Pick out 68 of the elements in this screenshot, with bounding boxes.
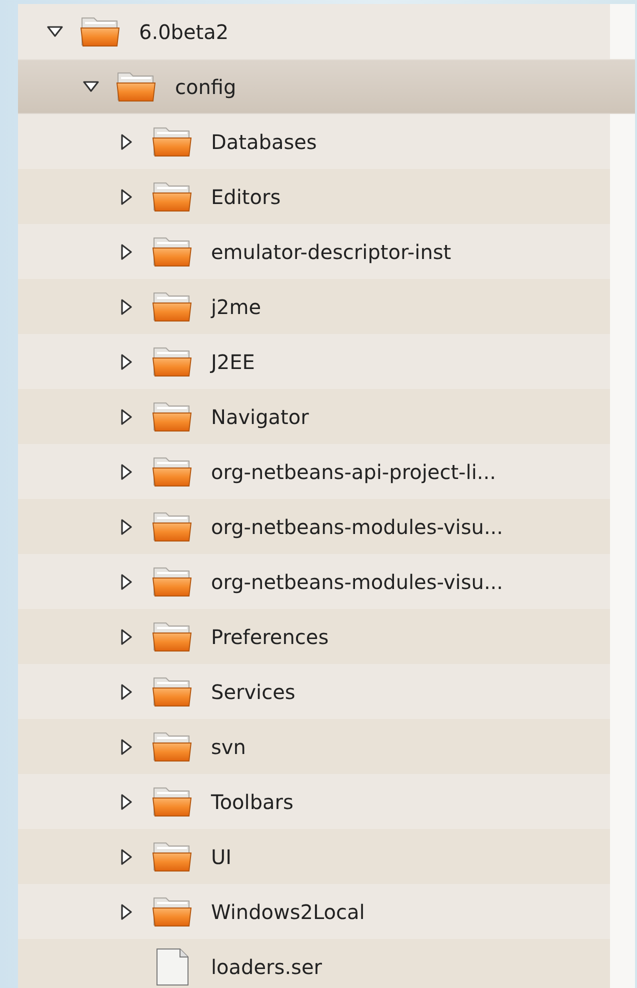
- file-name: loaders.ser: [211, 954, 322, 978]
- folder-name: J2EE: [211, 350, 255, 374]
- expand-arrow-icon[interactable]: [119, 242, 135, 260]
- folder-icon: [79, 14, 121, 48]
- tree-row[interactable]: org-netbeans-modules-visu...: [18, 554, 610, 609]
- folder-name: org-netbeans-api-project-li...: [211, 460, 496, 484]
- expand-arrow-icon[interactable]: [119, 682, 135, 700]
- expand-arrow-icon[interactable]: [119, 848, 135, 866]
- folder-icon: [151, 234, 193, 268]
- folder-icon: [151, 344, 193, 378]
- folder-name: svn: [211, 734, 246, 758]
- folder-icon: [151, 180, 193, 214]
- expand-arrow-icon[interactable]: [119, 298, 135, 316]
- folder-name: UI: [211, 844, 232, 868]
- folder-name: Editors: [211, 184, 281, 208]
- folder-name: Windows2Local: [211, 900, 365, 924]
- expand-arrow-icon[interactable]: [119, 132, 135, 150]
- tree-row[interactable]: Databases: [18, 114, 610, 169]
- folder-name: config: [175, 74, 236, 98]
- expand-arrow-icon[interactable]: [119, 738, 135, 756]
- folder-icon: [151, 894, 193, 928]
- folder-icon: [151, 564, 193, 598]
- tree-row[interactable]: Services: [18, 664, 610, 719]
- folder-icon: [151, 674, 193, 708]
- tree-row[interactable]: Windows2Local: [18, 884, 610, 939]
- folder-name: Navigator: [211, 404, 309, 428]
- folder-name: Databases: [211, 130, 317, 154]
- expand-arrow-icon[interactable]: [119, 902, 135, 920]
- folder-icon: [151, 730, 193, 764]
- expand-arrow-icon[interactable]: [119, 462, 135, 480]
- expand-arrow-icon[interactable]: [119, 792, 135, 810]
- tree-row[interactable]: org-netbeans-modules-visu...: [18, 499, 610, 554]
- tree-row[interactable]: org-netbeans-api-project-li...: [18, 444, 610, 499]
- tree-row[interactable]: 6.0beta2: [18, 4, 610, 59]
- tree-row[interactable]: J2EE: [18, 334, 610, 389]
- tree-row[interactable]: j2me: [18, 279, 610, 334]
- folder-name: Toolbars: [211, 790, 294, 814]
- folder-name: Services: [211, 680, 296, 704]
- folder-name: Preferences: [211, 624, 329, 648]
- folder-icon: [151, 784, 193, 818]
- tree-row[interactable]: UI: [18, 829, 610, 884]
- folder-icon: [151, 290, 193, 324]
- folder-name: org-netbeans-modules-visu...: [211, 514, 504, 538]
- tree-row[interactable]: loaders.ser: [18, 939, 610, 988]
- expand-arrow-icon[interactable]: [119, 572, 135, 590]
- expand-arrow-icon[interactable]: [119, 628, 135, 646]
- folder-icon: [115, 70, 157, 104]
- expand-arrow-icon[interactable]: [119, 518, 135, 536]
- tree-row[interactable]: Editors: [18, 169, 610, 224]
- tree-row[interactable]: Toolbars: [18, 774, 610, 829]
- folder-icon: [151, 400, 193, 434]
- folder-name: emulator-descriptor-inst: [211, 240, 452, 264]
- tree-row[interactable]: Preferences: [18, 609, 610, 664]
- folder-name: j2me: [211, 294, 262, 318]
- expand-arrow-icon[interactable]: [119, 408, 135, 426]
- folder-name: org-netbeans-modules-visu...: [211, 570, 504, 594]
- folder-icon: [151, 840, 193, 874]
- folder-icon: [151, 620, 193, 654]
- folder-name: 6.0beta2: [139, 20, 229, 44]
- folder-icon: [151, 454, 193, 488]
- tree-row[interactable]: config: [18, 59, 635, 114]
- tree-row[interactable]: emulator-descriptor-inst: [18, 224, 610, 279]
- expand-arrow-icon[interactable]: [119, 188, 135, 206]
- folder-icon: [151, 124, 193, 158]
- expand-arrow-icon[interactable]: [119, 352, 135, 370]
- tree-row[interactable]: svn: [18, 719, 610, 774]
- tree-row[interactable]: Navigator: [18, 389, 610, 444]
- folder-icon: [151, 510, 193, 544]
